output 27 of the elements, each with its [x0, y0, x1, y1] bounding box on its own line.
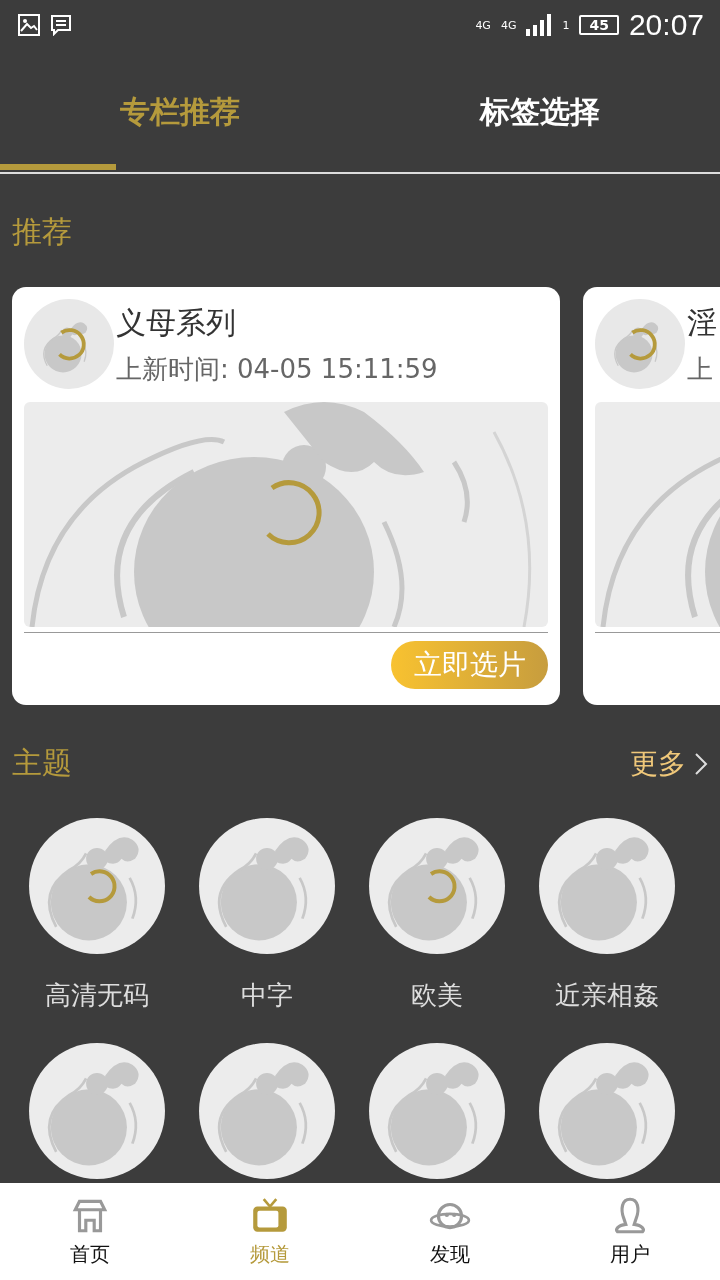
chevron-icon: [694, 751, 708, 776]
network-label: 4G: [475, 18, 491, 32]
message-icon: [50, 14, 72, 36]
topic-label: 近亲相姦: [555, 979, 659, 1012]
network-label: 4G: [500, 18, 517, 32]
tab[interactable]: 标签选择: [360, 52, 720, 172]
battery-icon: 45: [579, 15, 619, 35]
update-time: 上新时间: 04-05 15:11:59: [116, 353, 438, 386]
topic-label: 欧美: [411, 979, 463, 1012]
clock: 20:07: [628, 8, 704, 42]
signal-icon: [526, 14, 553, 36]
topic-label: 高清无码: [45, 979, 149, 1012]
card-title: 淫: [687, 304, 717, 342]
more-link[interactable]: 更多: [618, 744, 720, 783]
nav-item[interactable]: 发现: [360, 1183, 540, 1280]
topic-label: 中字: [241, 979, 293, 1012]
collection-card[interactable]: 淫 上: [583, 287, 720, 705]
sim-label: 1: [562, 18, 570, 32]
section-title: 推荐: [11, 213, 73, 251]
section-title: 主题: [11, 744, 73, 782]
update-time: 上: [687, 353, 714, 386]
nav-item[interactable]: 首页: [0, 1183, 180, 1280]
nav-item[interactable]: 用户: [540, 1183, 720, 1280]
tab[interactable]: 专栏推荐: [0, 52, 360, 172]
card-title: 义母系列: [116, 304, 237, 342]
image-icon: [18, 14, 40, 36]
collection-card[interactable]: 义母系列 上新时间: 04-05 15:11:59 立即选片: [12, 287, 560, 705]
